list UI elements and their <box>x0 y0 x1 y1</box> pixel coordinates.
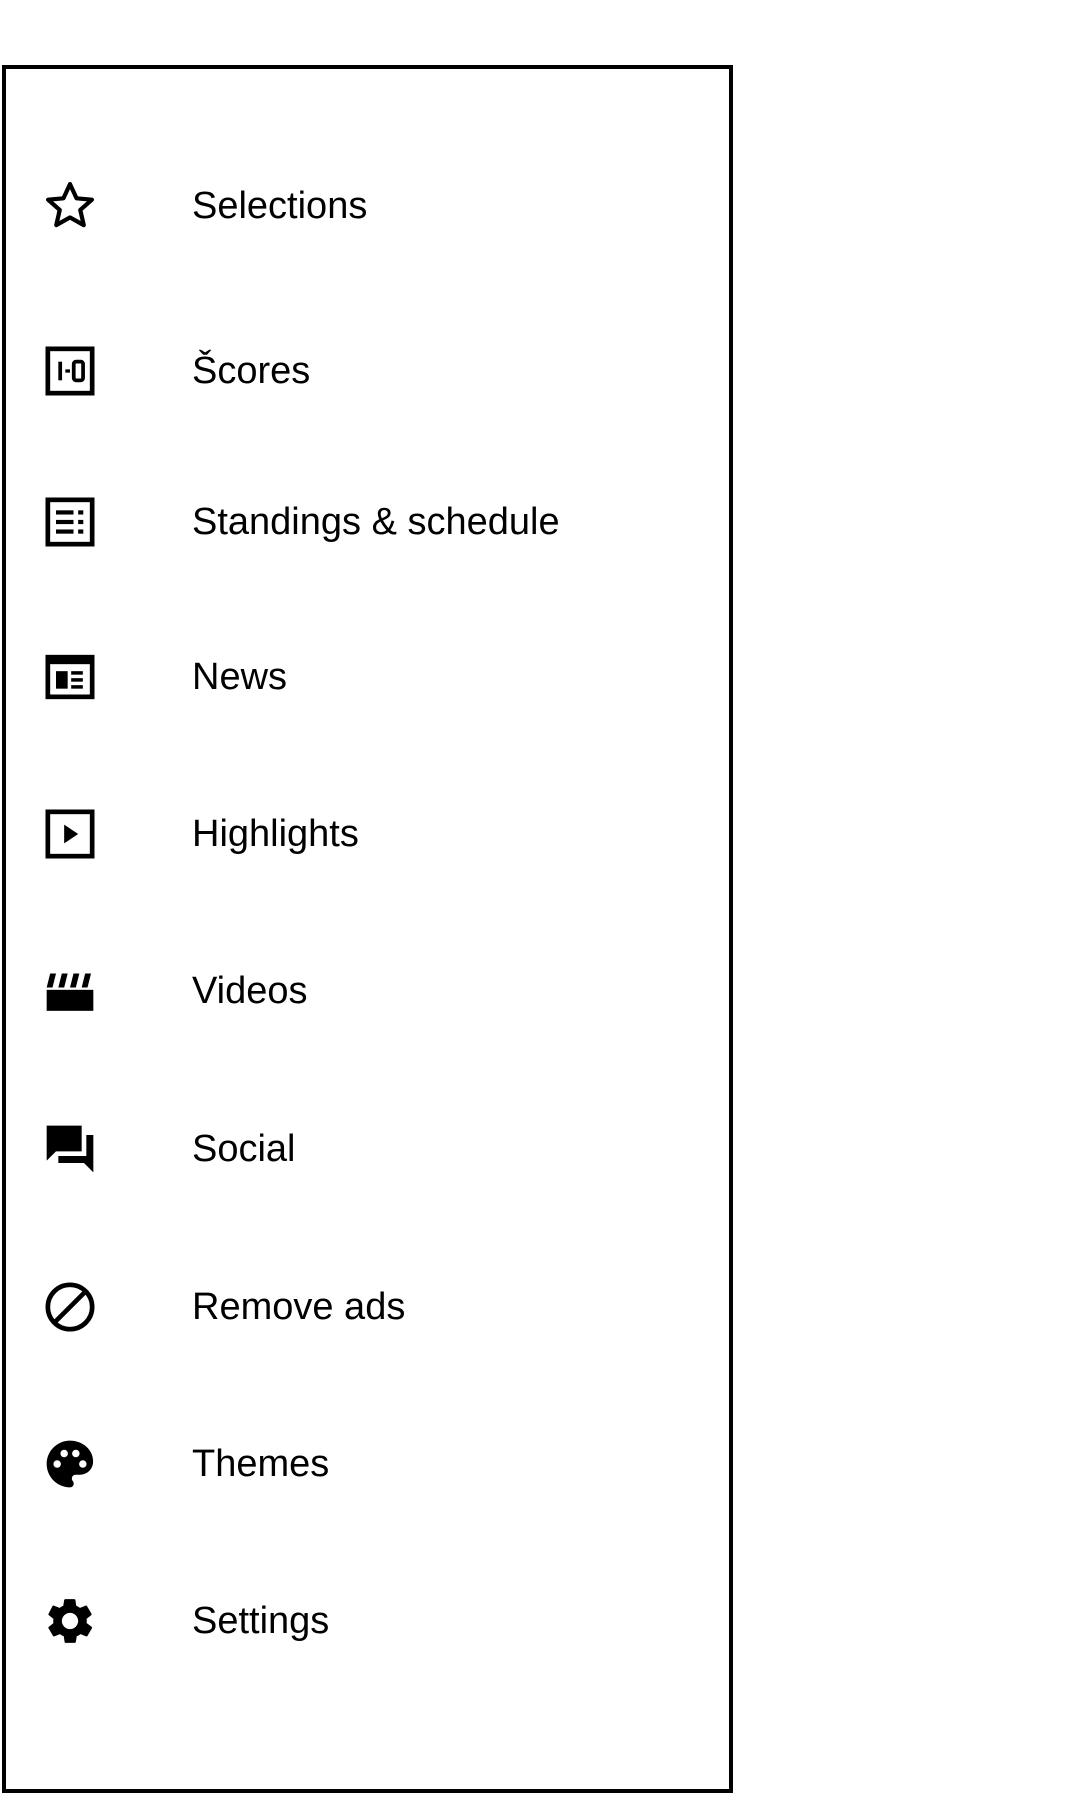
menu-item-selections[interactable]: Selections <box>6 131 729 281</box>
list-box-icon <box>42 494 98 550</box>
palette-icon <box>42 1436 98 1492</box>
scoreboard-icon <box>42 343 98 399</box>
menu-item-label: Highlights <box>192 813 359 855</box>
clapperboard-icon <box>42 963 98 1019</box>
menu-item-label: Themes <box>192 1443 330 1485</box>
gear-icon <box>42 1593 98 1649</box>
menu-item-label: Selections <box>192 185 368 227</box>
menu-item-videos[interactable]: Videos <box>6 916 729 1066</box>
play-box-icon <box>42 806 98 862</box>
menu-item-label: Social <box>192 1128 296 1170</box>
menu-item-label: Remove ads <box>192 1286 406 1328</box>
newspaper-icon <box>42 649 98 705</box>
menu-item-themes[interactable]: Themes <box>6 1389 729 1539</box>
menu-item-label: Videos <box>192 970 308 1012</box>
menu-item-remove-ads[interactable]: Remove ads <box>6 1232 729 1382</box>
menu-item-scores[interactable]: Šcores <box>6 296 729 446</box>
menu-item-settings[interactable]: Settings <box>6 1546 729 1696</box>
menu-item-standings-schedule[interactable]: Standings & schedule <box>6 447 729 597</box>
menu-item-social[interactable]: Social <box>6 1074 729 1224</box>
star-outline-icon <box>42 178 98 234</box>
chat-bubbles-icon <box>42 1121 98 1177</box>
menu-item-label: Standings & schedule <box>192 501 560 543</box>
menu-item-news[interactable]: News <box>6 602 729 752</box>
menu-item-label: News <box>192 656 288 698</box>
menu-item-label: Settings <box>192 1600 330 1642</box>
block-icon <box>42 1279 98 1335</box>
navigation-drawer: Selections Šcores Standings & schedule N… <box>2 65 733 1793</box>
menu-item-label: Šcores <box>192 350 311 392</box>
menu-item-highlights[interactable]: Highlights <box>6 759 729 909</box>
